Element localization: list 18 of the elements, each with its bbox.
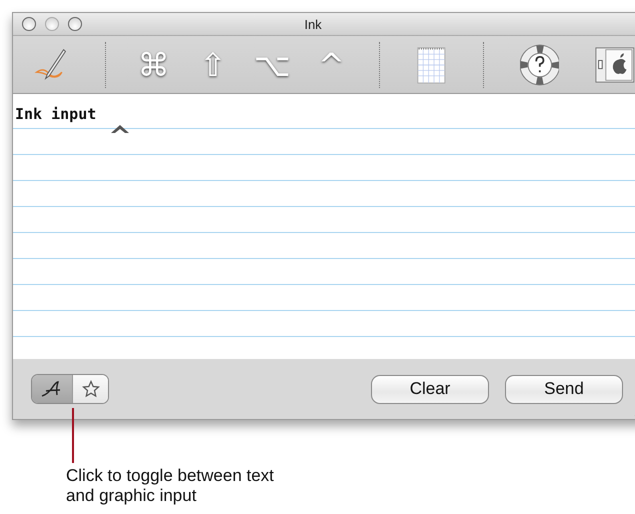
callout-text: Click to toggle between text and graphic input [66,466,275,506]
close-button[interactable] [22,17,36,31]
caret-icon [111,125,129,133]
window-title: Ink [303,16,323,32]
modifier-key-button[interactable]: ⌘ [132,42,176,86]
leader-line [72,408,74,463]
clear-button[interactable]: Clear [371,374,489,404]
ink-text: Ink input [15,105,96,123]
modifier-key-button[interactable]: ^ [310,42,354,86]
lifebuoy-icon[interactable] [520,42,560,86]
graphic-mode-button[interactable] [72,375,108,403]
text-mode-button[interactable] [32,375,72,403]
mode-toggle[interactable] [31,374,109,404]
send-button[interactable]: Send [505,374,623,404]
apple-switch-icon[interactable] [595,44,635,84]
modifier-key-button[interactable]: ⌥ [250,42,294,86]
star-icon [82,380,100,398]
zoom-button[interactable] [68,17,82,31]
